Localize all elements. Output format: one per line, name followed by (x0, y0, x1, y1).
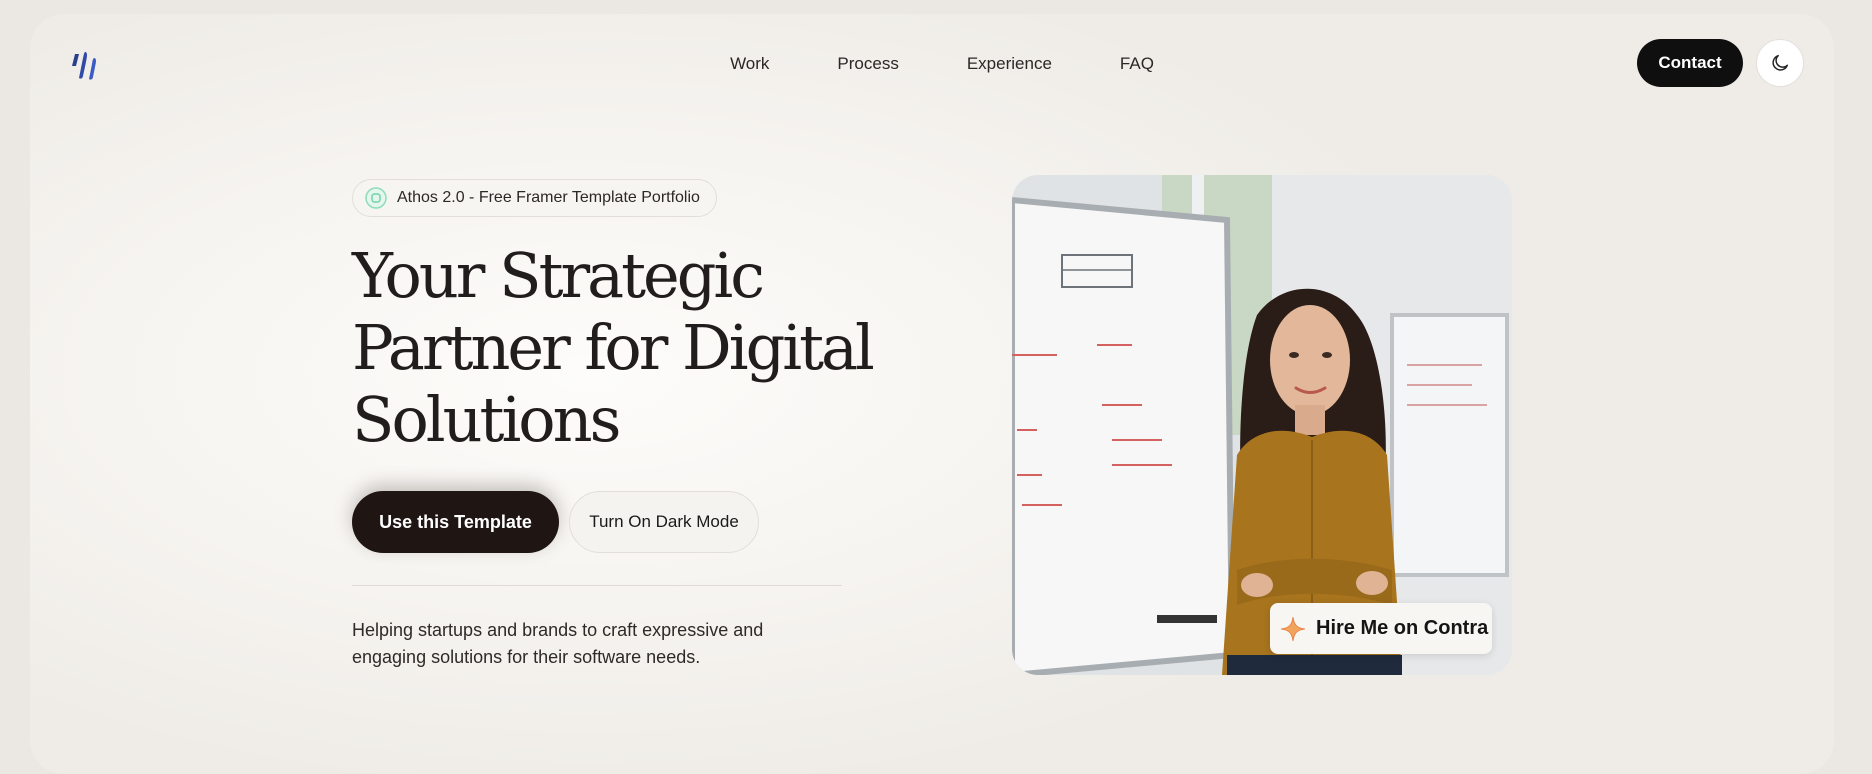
nav-faq[interactable]: FAQ (1100, 54, 1154, 74)
moon-icon (1772, 54, 1789, 71)
dark-mode-button[interactable]: Turn On Dark Mode (569, 491, 759, 553)
use-template-button[interactable]: Use this Template (352, 491, 559, 553)
woman-at-whiteboard-photo (1012, 175, 1512, 675)
hero-tagline: Helping startups and brands to craft exp… (352, 620, 764, 667)
hero-title-line: Your Strategic (352, 239, 765, 312)
hire-me-badge[interactable]: Hire Me on Contra (1270, 603, 1492, 654)
hire-me-label: Hire Me on Contra (1316, 617, 1489, 639)
hero-title-line: Solutions (352, 383, 621, 456)
nav-work[interactable]: Work (710, 54, 769, 74)
badge-text: Athos 2.0 - Free Framer Template Portfol… (397, 189, 700, 206)
divider (352, 585, 842, 586)
hero-title-line: Partner for Digital (352, 311, 875, 384)
page-frame: Work Process Experience FAQ Contact Atho… (30, 14, 1834, 774)
nav-process[interactable]: Process (817, 54, 898, 74)
circle-dot-icon (365, 187, 387, 209)
nav-experience[interactable]: Experience (947, 54, 1052, 74)
template-badge: Athos 2.0 - Free Framer Template Portfol… (352, 179, 717, 217)
main-nav: Work Process Experience FAQ (30, 54, 1834, 74)
hero-title: Your Strategic Partner for Digital Solut… (352, 239, 875, 456)
contact-button[interactable]: Contact (1637, 39, 1743, 87)
contra-star-icon (1280, 616, 1306, 641)
theme-toggle-button[interactable] (1756, 39, 1804, 87)
